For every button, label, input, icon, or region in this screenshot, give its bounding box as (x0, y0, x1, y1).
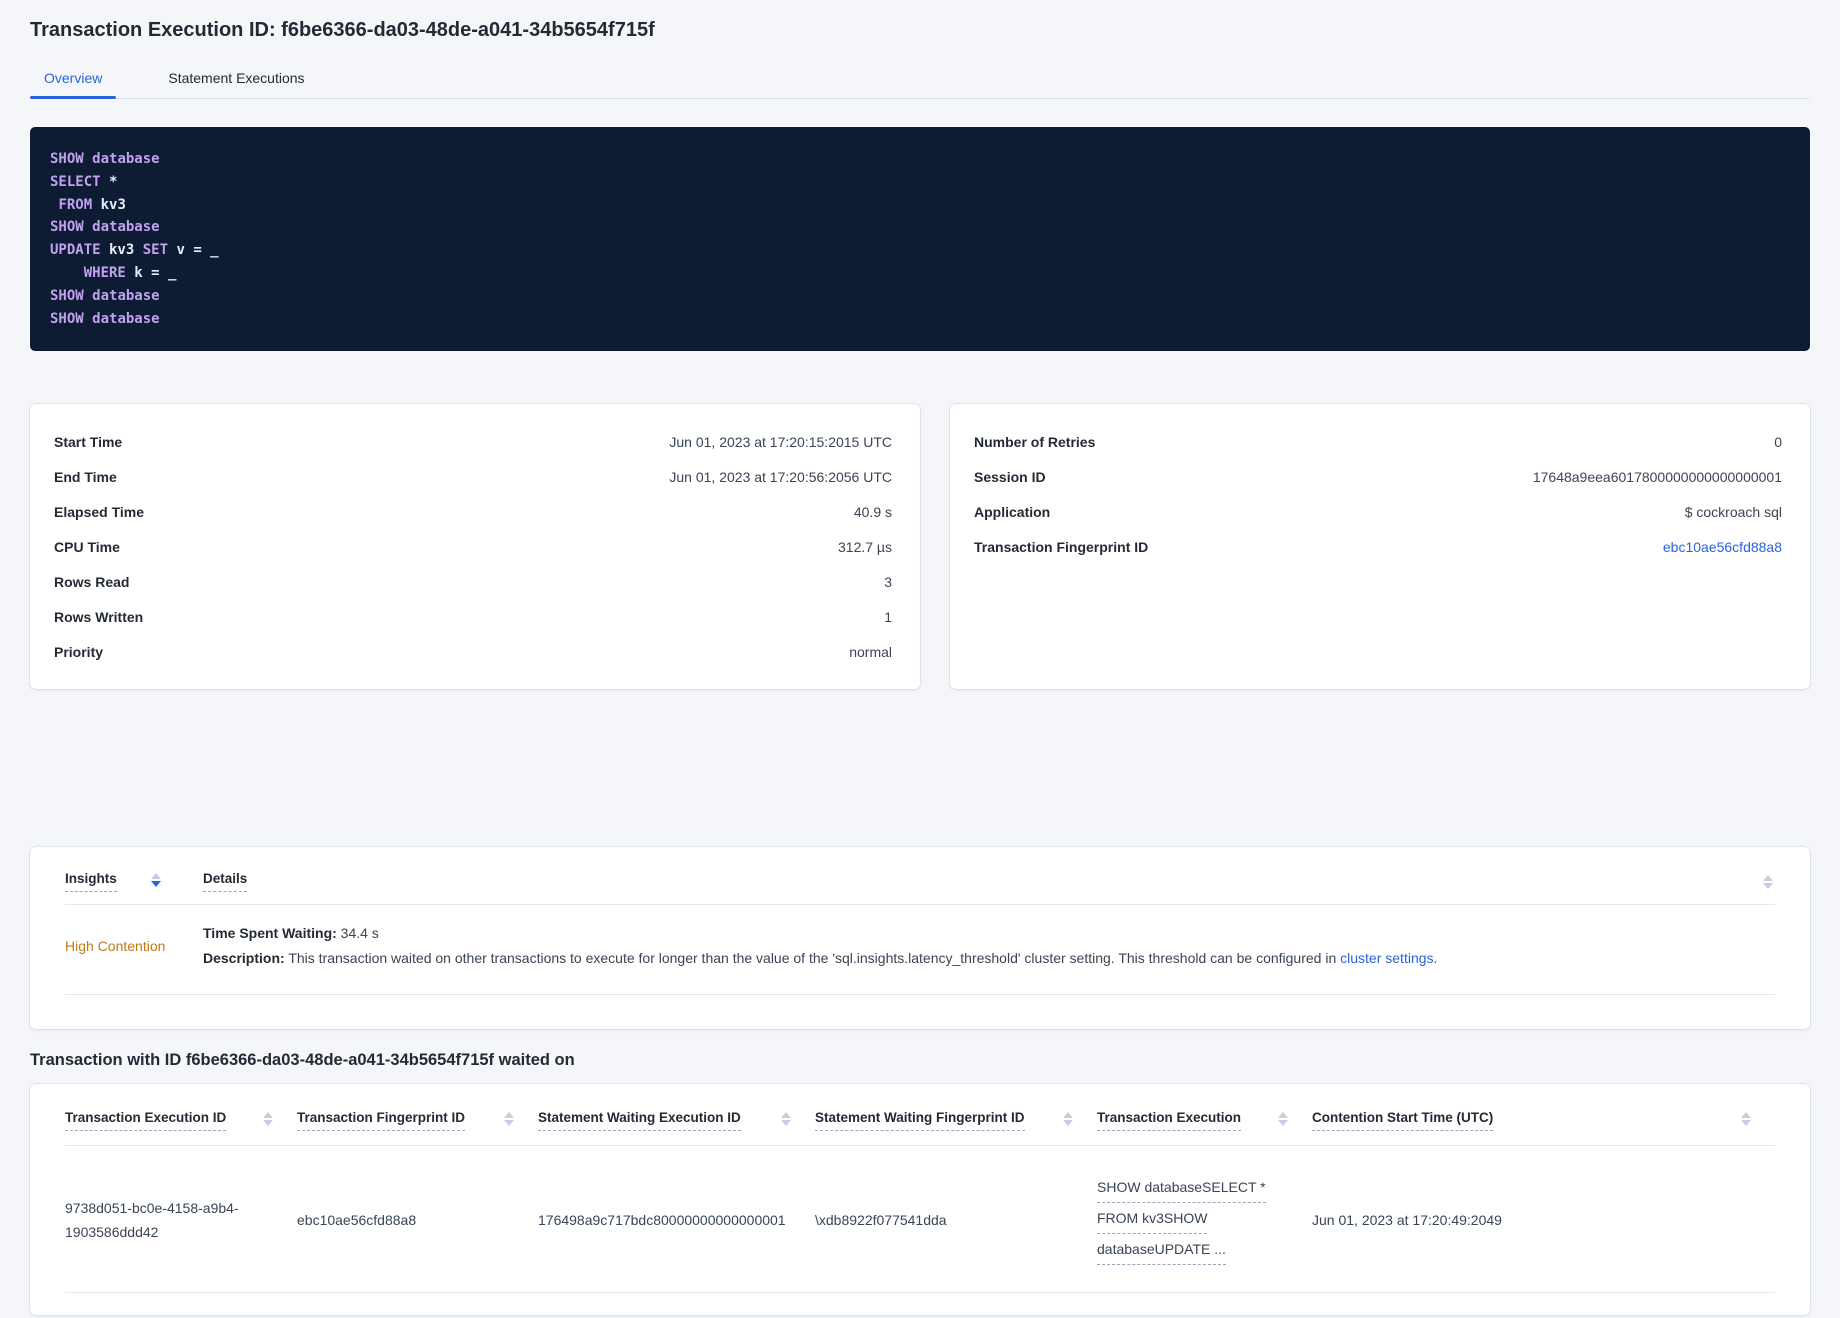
insights-column-header: Insights (65, 871, 203, 893)
column-header-stmt-waiting-execution-id: Statement Waiting Execution ID (538, 1110, 815, 1132)
time-spent-waiting: Time Spent Waiting: 34.4 s (203, 925, 1775, 941)
end-time-label: End Time (54, 468, 117, 485)
description-label: Description: (203, 950, 285, 967)
retries-label: Number of Retries (974, 433, 1096, 450)
column-header-stmt-waiting-fingerprint-id: Statement Waiting Fingerprint ID (815, 1110, 1097, 1132)
sort-icon-txn-fingerprint-id[interactable] (504, 1112, 514, 1127)
page-title: Transaction Execution ID: f6be6366-da03-… (30, 19, 655, 41)
txn-execution-line-1: SHOW databaseSELECT * (1097, 1175, 1266, 1204)
cell-txn-execution-link[interactable]: SHOW databaseSELECT * FROM kv3SHOW datab… (1097, 1172, 1312, 1268)
session-id-label: Session ID (974, 468, 1046, 485)
cluster-settings-link[interactable]: cluster settings (1340, 950, 1433, 966)
summary-row-txn-fingerprint: Transaction Fingerprint ID ebc10ae56cfd8… (974, 529, 1782, 564)
txn-fingerprint-link[interactable]: ebc10ae56cfd88a8 (1663, 539, 1782, 555)
tab-bar: Overview Statement Executions (30, 60, 1810, 99)
insights-table-card: Insights Details High Contention Time Sp… (30, 847, 1810, 1030)
cell-txn-execution-id: 9738d051-bc0e-4158-a9b4-1903586ddd42 (65, 1200, 239, 1241)
priority-value: normal (849, 643, 892, 660)
summary-row-session-id: Session ID 17648a9eea6017800000000000000… (974, 459, 1782, 494)
summary-row-elapsed-time: Elapsed Time 40.9 s (54, 494, 892, 529)
rows-written-label: Rows Written (54, 608, 144, 625)
time-spent-waiting-value: 34.4 s (336, 925, 379, 942)
contention-start-time-column-label[interactable]: Contention Start Time (UTC) (1312, 1110, 1494, 1132)
page-container: Transaction Execution ID: f6be6366-da03-… (0, 16, 1840, 1316)
summary-row-start-time: Start Time Jun 01, 2023 at 17:20:15:2015… (54, 424, 892, 459)
sort-icon-contention-start-time[interactable] (1741, 1112, 1751, 1127)
waited-on-table-footer (65, 1293, 1775, 1315)
sql-statements-box: SHOW database SELECT * FROM kv3 SHOW datab… (30, 127, 1810, 352)
summary-row-end-time: End Time Jun 01, 2023 at 17:20:56:2056 U… (54, 459, 892, 494)
time-spent-waiting-label: Time Spent Waiting: (203, 925, 337, 942)
summary-cards-row: Start Time Jun 01, 2023 at 17:20:15:2015… (30, 404, 1810, 690)
details-column-label[interactable]: Details (203, 871, 248, 893)
cell-stmt-waiting-fingerprint-id: \xdb8922f077541dda (815, 1212, 947, 1229)
summary-row-cpu-time: CPU Time 312.7 µs (54, 529, 892, 564)
txn-execution-line-2: FROM kv3SHOW (1097, 1206, 1208, 1235)
insights-column-label[interactable]: Insights (65, 871, 117, 893)
retries-value: 0 (1774, 433, 1782, 450)
application-label: Application (974, 503, 1051, 520)
rows-read-label: Rows Read (54, 573, 130, 590)
summary-row-rows-read: Rows Read 3 (54, 564, 892, 599)
rows-read-value: 3 (884, 573, 892, 590)
txn-execution-column-label[interactable]: Transaction Execution (1097, 1110, 1242, 1132)
rows-written-value: 1 (884, 608, 892, 625)
cell-txn-fingerprint-id: ebc10ae56cfd88a8 (297, 1212, 417, 1229)
sort-icon-txn-execution[interactable] (1278, 1112, 1288, 1127)
end-time-value: Jun 01, 2023 at 17:20:56:2056 UTC (669, 468, 892, 485)
cell-contention-start-time: Jun 01, 2023 at 17:20:49:2049 (1312, 1212, 1502, 1229)
cpu-time-value: 312.7 µs (838, 538, 892, 555)
insights-table-header: Insights Details (65, 847, 1775, 906)
tab-overview[interactable]: Overview (30, 60, 117, 99)
column-header-contention-start-time: Contention Start Time (UTC) (1312, 1110, 1775, 1132)
start-time-value: Jun 01, 2023 at 17:20:15:2015 UTC (669, 433, 892, 450)
priority-label: Priority (54, 643, 104, 660)
txn-fingerprint-label: Transaction Fingerprint ID (974, 538, 1149, 555)
summary-row-rows-written: Rows Written 1 (54, 599, 892, 634)
application-value: $ cockroach sql (1684, 503, 1782, 520)
summary-row-application: Application $ cockroach sql (974, 494, 1782, 529)
waited-on-table-card: Transaction Execution ID Transaction Fin… (30, 1084, 1810, 1316)
summary-row-priority: Priority normal (54, 634, 892, 669)
cpu-time-label: CPU Time (54, 538, 120, 555)
sort-icon-stmt-waiting-execution-id[interactable] (781, 1112, 791, 1127)
txn-fingerprint-id-column-label[interactable]: Transaction Fingerprint ID (297, 1110, 466, 1132)
waited-on-table-row: 9738d051-bc0e-4158-a9b4-1903586ddd42 ebc… (65, 1146, 1775, 1294)
sort-icon-insights[interactable] (150, 873, 161, 888)
tab-statement-executions[interactable]: Statement Executions (154, 60, 318, 98)
sort-icon-txn-execution-id[interactable] (263, 1112, 273, 1127)
start-time-label: Start Time (54, 433, 123, 450)
column-header-txn-execution-id: Transaction Execution ID (65, 1110, 297, 1132)
sort-icon-insights-right[interactable] (1763, 875, 1773, 890)
insight-row: High Contention Time Spent Waiting: 34.4… (65, 905, 1775, 996)
column-header-txn-execution: Transaction Execution (1097, 1110, 1312, 1132)
txn-execution-line-3: databaseUPDATE ... (1097, 1237, 1226, 1266)
stmt-waiting-execution-id-column-label[interactable]: Statement Waiting Execution ID (538, 1110, 741, 1132)
summary-row-retries: Number of Retries 0 (974, 424, 1782, 459)
insights-table-footer (65, 995, 1775, 1029)
insight-details: Time Spent Waiting: 34.4 s Description: … (203, 925, 1775, 966)
session-summary-card: Number of Retries 0 Session ID 17648a9ee… (950, 404, 1810, 690)
stmt-waiting-fingerprint-id-column-label[interactable]: Statement Waiting Fingerprint ID (815, 1110, 1025, 1132)
transaction-summary-card: Start Time Jun 01, 2023 at 17:20:15:2015… (30, 404, 920, 690)
sort-icon-stmt-waiting-fingerprint-id[interactable] (1063, 1112, 1073, 1127)
high-contention-badge: High Contention (65, 937, 166, 954)
cell-stmt-waiting-execution-id: 176498a9c717bdc80000000000000001 (538, 1212, 786, 1229)
description-text: This transaction waited on other transac… (284, 950, 1341, 967)
elapsed-time-value: 40.9 s (853, 503, 892, 520)
waited-on-heading: Transaction with ID f6be6366-da03-48de-a… (30, 1051, 575, 1070)
insight-description: Description: This transaction waited on … (203, 950, 1775, 966)
description-suffix: . (1433, 950, 1438, 967)
session-id-value: 17648a9eea6017800000000000000001 (1532, 468, 1782, 485)
elapsed-time-label: Elapsed Time (54, 503, 145, 520)
column-header-txn-fingerprint-id: Transaction Fingerprint ID (297, 1110, 538, 1132)
waited-on-table-header: Transaction Execution ID Transaction Fin… (65, 1084, 1775, 1147)
txn-execution-id-column-label[interactable]: Transaction Execution ID (65, 1110, 227, 1132)
